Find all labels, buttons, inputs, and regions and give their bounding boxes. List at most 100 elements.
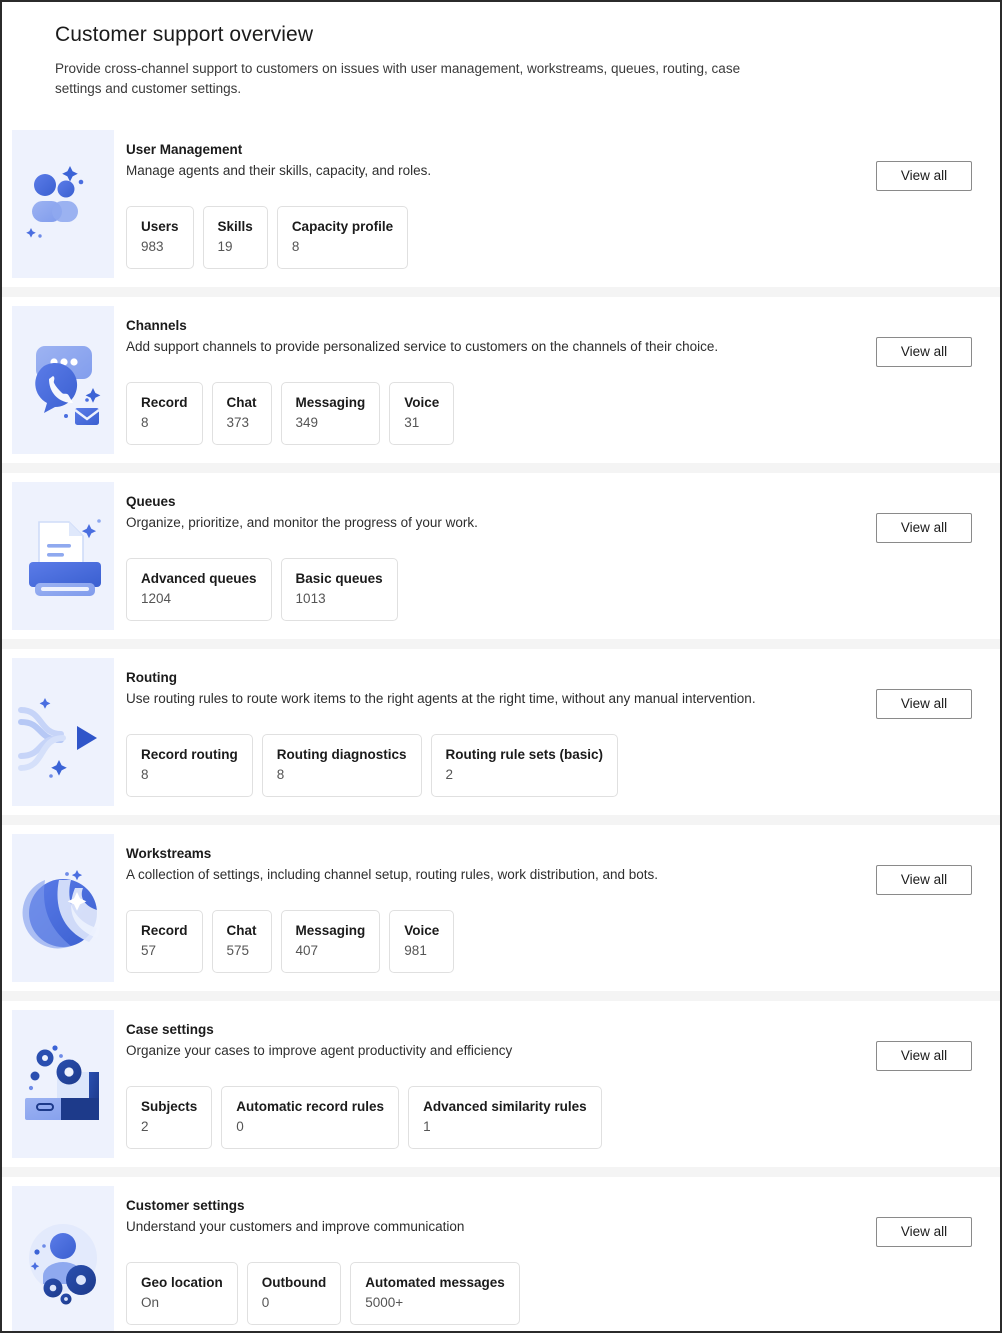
card-icon-panel: [12, 1010, 114, 1158]
stat-tile[interactable]: Record 8: [126, 382, 203, 445]
stat-tile-value: 31: [404, 415, 420, 430]
stat-tile-label: Messaging: [295, 923, 366, 938]
stat-tile[interactable]: Chat 575: [211, 910, 272, 973]
stat-tile-label: Automated messages: [365, 1275, 505, 1290]
stat-tile-value: 19: [217, 239, 233, 254]
stat-tile-value: 0: [261, 1295, 270, 1310]
stat-tile[interactable]: Voice 31: [389, 382, 455, 445]
card-body: Case settings Organize your cases to imp…: [114, 1001, 866, 1167]
card-icon-panel: [12, 306, 114, 454]
view-all-button[interactable]: View all: [876, 689, 972, 719]
page-title: Customer support overview: [55, 23, 314, 46]
stat-tile-value: 2: [141, 1119, 149, 1134]
overview-card: User Management Manage agents and their …: [2, 121, 1000, 287]
view-all-button[interactable]: View all: [876, 1217, 972, 1247]
card-action-area: View all: [866, 825, 1000, 991]
stat-tile-value: 373: [226, 415, 250, 430]
card-body: Customer settings Understand your custom…: [114, 1177, 866, 1331]
stat-tile-label: Routing diagnostics: [276, 747, 407, 762]
stat-tile-group: Users 983 Skills 19 Capacity profile 8: [126, 206, 866, 269]
stat-tile-value: 349: [295, 415, 319, 430]
overview-card-list: User Management Manage agents and their …: [2, 121, 1000, 1331]
card-body: Queues Organize, prioritize, and monitor…: [114, 473, 866, 639]
overview-card: Channels Add support channels to provide…: [2, 297, 1000, 463]
card-icon-panel: [12, 658, 114, 806]
stat-tile-group: Subjects 2 Automatic record rules 0 Adva…: [126, 1086, 866, 1149]
stat-tile[interactable]: Automated messages 5000+: [350, 1262, 520, 1325]
card-action-area: View all: [866, 649, 1000, 815]
stat-tile-label: Geo location: [141, 1275, 223, 1290]
stat-tile-value: 1204: [141, 591, 172, 606]
stat-tile-label: Advanced queues: [141, 571, 257, 586]
stat-tile-value: 2: [445, 767, 454, 782]
stat-tile[interactable]: Automatic record rules 0: [221, 1086, 400, 1149]
stat-tile[interactable]: Basic queues 1013: [280, 558, 398, 621]
stat-tile[interactable]: Outbound 0: [246, 1262, 342, 1325]
stat-tile-label: Users: [141, 219, 179, 234]
stat-tile-group: Advanced queues 1204 Basic queues 1013: [126, 558, 866, 621]
stat-tile[interactable]: Skills 19: [202, 206, 268, 269]
printer-document-icon: [28, 518, 102, 597]
stat-tile-label: Voice: [404, 395, 440, 410]
card-description: Organize, prioritize, and monitor the pr…: [126, 515, 478, 530]
card-description: Understand your customers and improve co…: [126, 1219, 465, 1234]
stat-tile-value: 407: [295, 943, 319, 958]
stat-tile-label: Messaging: [295, 395, 366, 410]
view-all-button[interactable]: View all: [876, 865, 972, 895]
stat-tile-label: Record routing: [141, 747, 238, 762]
stat-tile-value: 8: [291, 239, 300, 254]
card-body: Routing Use routing rules to route work …: [114, 649, 866, 815]
card-icon-panel: [12, 834, 114, 982]
card-title: Customer settings: [126, 1198, 245, 1213]
card-icon-panel: [12, 482, 114, 630]
card-body: Channels Add support channels to provide…: [114, 297, 866, 463]
view-all-button[interactable]: View all: [876, 513, 972, 543]
stat-tile[interactable]: Capacity profile 8: [276, 206, 409, 269]
stat-tile-value: 8: [141, 415, 149, 430]
stat-tile-label: Advanced similarity rules: [423, 1099, 587, 1114]
card-description: Add support channels to provide personal…: [126, 339, 719, 354]
stat-tile-value: 8: [141, 767, 149, 782]
stat-tile[interactable]: Routing rule sets (basic) 2: [430, 734, 619, 797]
stat-tile-label: Outbound: [261, 1275, 327, 1290]
card-action-area: View all: [866, 1001, 1000, 1167]
stat-tile[interactable]: Geo location On: [126, 1262, 238, 1325]
people-icon: [26, 166, 84, 238]
stat-tile[interactable]: Record routing 8: [126, 734, 253, 797]
customer-person-gears-icon: [29, 1224, 97, 1305]
card-description: Organize your cases to improve agent pro…: [126, 1043, 513, 1058]
card-body: Workstreams A collection of settings, in…: [114, 825, 866, 991]
stat-tile-value: 981: [404, 943, 427, 958]
card-action-area: View all: [866, 121, 1000, 287]
overview-card: Workstreams A collection of settings, in…: [2, 825, 1000, 991]
stat-tile[interactable]: Messaging 407: [280, 910, 381, 973]
stat-tile-value: 0: [236, 1119, 244, 1134]
view-all-button[interactable]: View all: [876, 337, 972, 367]
stat-tile-label: Routing rule sets (basic): [445, 747, 604, 762]
stat-tile[interactable]: Chat 373: [211, 382, 272, 445]
stat-tile-group: Record 8 Chat 373 Messaging 349 Voice 31: [126, 382, 866, 445]
stat-tile-label: Capacity profile: [291, 219, 394, 234]
stat-tile-value: 1: [423, 1119, 431, 1134]
stat-tile-value: 575: [226, 943, 250, 958]
stat-tile-label: Record: [141, 923, 188, 938]
stat-tile[interactable]: Record 57: [126, 910, 203, 973]
stat-tile-label: Voice: [404, 923, 440, 938]
stat-tile[interactable]: Advanced similarity rules 1: [408, 1086, 602, 1149]
stat-tile[interactable]: Voice 981: [389, 910, 455, 973]
stat-tile-value: On: [141, 1295, 160, 1310]
workstream-sphere-icon: [22, 870, 101, 949]
stat-tile[interactable]: Routing diagnostics 8: [261, 734, 422, 797]
stat-tile[interactable]: Advanced queues 1204: [126, 558, 272, 621]
stat-tile-label: Basic queues: [295, 571, 383, 586]
stat-tile[interactable]: Subjects 2: [126, 1086, 213, 1149]
view-all-button[interactable]: View all: [876, 161, 972, 191]
customer-support-overview-page: Customer support overview Provide cross-…: [0, 0, 1002, 1333]
card-description: Use routing rules to route work items to…: [126, 691, 756, 706]
stat-tile-label: Record: [141, 395, 188, 410]
card-title: Channels: [126, 318, 187, 333]
stat-tile[interactable]: Messaging 349: [280, 382, 381, 445]
stat-tile[interactable]: Users 983: [126, 206, 194, 269]
view-all-button[interactable]: View all: [876, 1041, 972, 1071]
stat-tile-value: 57: [141, 943, 157, 958]
